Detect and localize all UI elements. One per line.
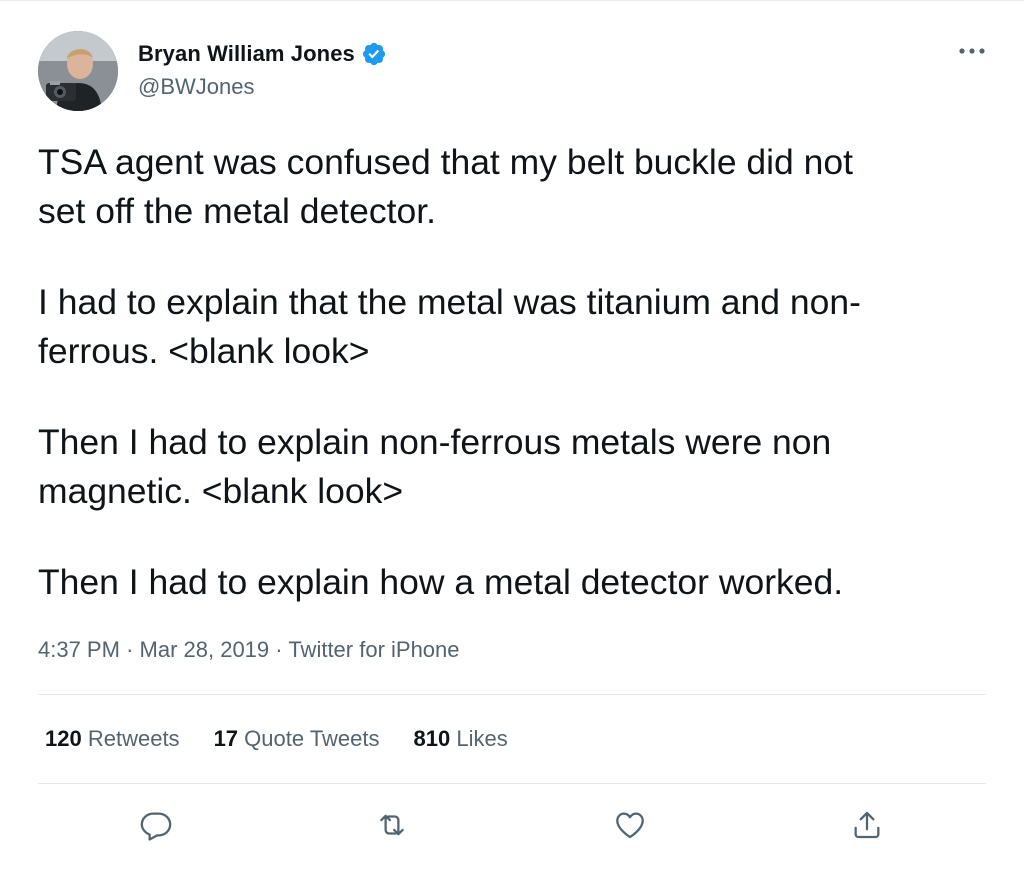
speech-bubble-icon	[140, 812, 172, 841]
likes-stat[interactable]: 810 Likes	[414, 726, 508, 752]
meta-separator: ·	[126, 637, 134, 662]
tweet-action-bar	[0, 807, 1024, 843]
tweet-date[interactable]: Mar 28, 2019	[140, 637, 270, 662]
verified-badge-icon	[362, 42, 385, 66]
meta-separator: ·	[275, 637, 283, 662]
tweet-paragraph: Then I had to explain non-ferrous metals…	[38, 422, 832, 511]
likes-label: Likes	[456, 726, 508, 751]
retweet-arrows-icon	[380, 814, 404, 836]
divider	[38, 783, 986, 784]
tweet-paragraph: Then I had to explain how a metal detect…	[38, 562, 844, 602]
more-dots-icon	[959, 48, 985, 54]
share-button[interactable]	[849, 807, 885, 843]
likes-count: 810	[413, 726, 451, 751]
quote-tweets-label: Quote Tweets	[244, 726, 380, 751]
tweet-paragraph: I had to explain that the metal was tita…	[38, 282, 861, 371]
engagement-stats: 120 Retweets 17 Quote Tweets 810 Likes	[45, 726, 542, 752]
retweets-count: 120	[45, 726, 82, 751]
tweet-paragraph: TSA agent was confused that my belt buck…	[38, 142, 854, 231]
tweet-time[interactable]: 4:37 PM	[38, 637, 120, 662]
more-options-button[interactable]	[955, 39, 989, 63]
share-upload-icon	[854, 811, 880, 839]
author-avatar[interactable]	[38, 31, 118, 111]
like-button[interactable]	[612, 807, 648, 843]
retweets-label: Retweets	[87, 726, 180, 751]
quote-tweets-stat[interactable]: 17 Quote Tweets	[214, 726, 380, 752]
tweet-metadata: 4:37 PM · Mar 28, 2019 · Twitter for iPh…	[38, 637, 460, 663]
tweet-card: Bryan William Jones @BWJones TSA agent w…	[0, 0, 1024, 870]
profile-photo-icon	[38, 31, 118, 111]
reply-button[interactable]	[138, 807, 174, 843]
heart-icon	[616, 812, 644, 839]
divider	[38, 694, 986, 695]
quote-tweets-count: 17	[213, 726, 239, 751]
tweet-source[interactable]: Twitter for iPhone	[288, 637, 459, 662]
author-name-row[interactable]: Bryan William Jones	[138, 39, 387, 69]
author-handle[interactable]: @BWJones	[138, 74, 254, 100]
retweet-button[interactable]	[374, 807, 410, 843]
retweets-stat[interactable]: 120 Retweets	[45, 726, 180, 752]
author-display-name[interactable]: Bryan William Jones	[138, 41, 355, 67]
tweet-text: TSA agent was confused that my belt buck…	[38, 138, 978, 649]
